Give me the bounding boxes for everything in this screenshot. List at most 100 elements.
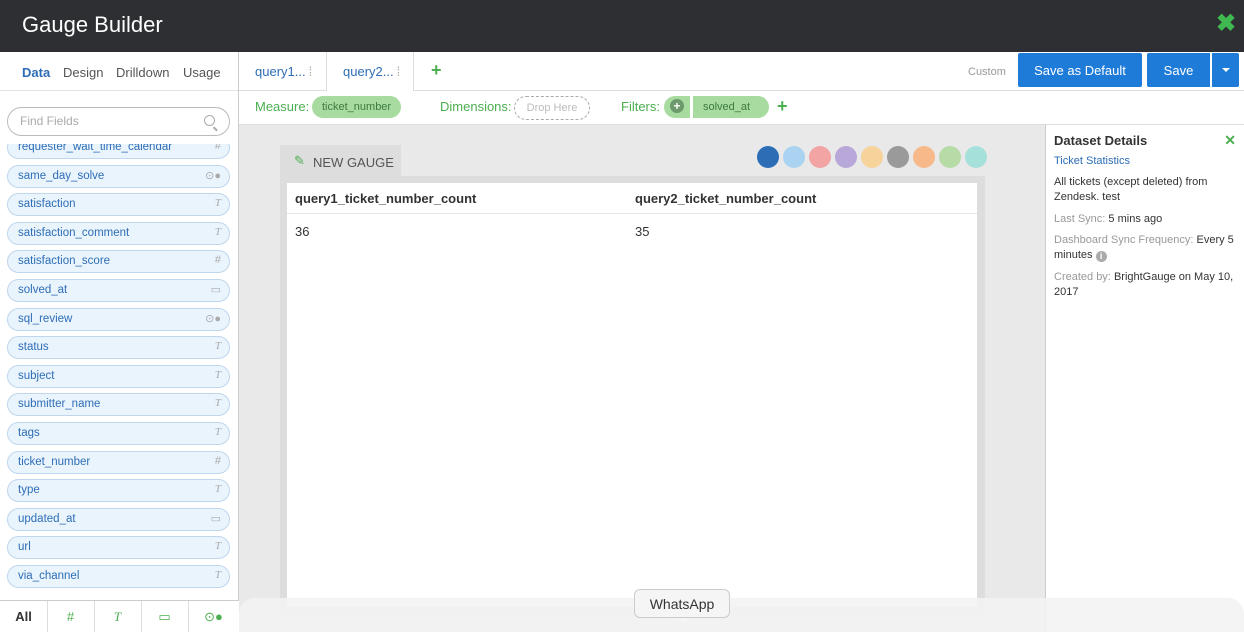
field-item[interactable]: status T bbox=[7, 336, 230, 360]
text-type-icon: T bbox=[214, 340, 221, 353]
field-item[interactable]: solved_at ▭ bbox=[7, 279, 230, 302]
field-name: same_day_solve bbox=[18, 169, 105, 182]
number-icon[interactable] bbox=[887, 146, 909, 168]
column-header: query1_ticket_number_count bbox=[295, 191, 477, 206]
save-as-default-button[interactable]: Save as Default bbox=[1018, 53, 1142, 87]
left-tabs: Data Design Drilldown Usage bbox=[0, 52, 238, 91]
field-name: solved_at bbox=[18, 284, 68, 296]
tab-query2[interactable]: query2... ⁞ bbox=[326, 52, 414, 91]
dimensions-label: Dimensions: bbox=[440, 99, 512, 114]
search-input[interactable] bbox=[20, 114, 190, 128]
sync-frequency-label: Dashboard Sync Frequency: bbox=[1054, 234, 1194, 246]
dimensions-drop-zone[interactable]: Drop Here bbox=[514, 96, 590, 120]
field-item[interactable]: type T bbox=[7, 479, 230, 503]
field-name: satisfaction_comment bbox=[18, 226, 130, 239]
line-chart-icon[interactable] bbox=[809, 146, 831, 168]
last-sync-value: 5 mins ago bbox=[1108, 213, 1163, 225]
field-item[interactable]: same_day_solve ⊙● bbox=[7, 164, 230, 188]
tab-data[interactable]: Data bbox=[22, 65, 50, 80]
custom-label: Custom bbox=[968, 66, 1006, 78]
dataset-name-link[interactable]: Ticket Statistics bbox=[1054, 155, 1130, 167]
drag-handle-icon[interactable]: ⁞ bbox=[309, 64, 313, 79]
tab-usage[interactable]: Usage bbox=[183, 65, 221, 80]
gauge-canvas: ✎ NEW GAUGE query1_ticket_number_count q… bbox=[239, 125, 1045, 632]
query-tab-label: query2... bbox=[343, 64, 394, 79]
table-icon[interactable] bbox=[757, 146, 779, 168]
field-item[interactable]: satisfaction_comment T bbox=[7, 221, 230, 245]
dataset-description: All tickets (except deleted) from Zendes… bbox=[1054, 176, 1208, 203]
search-box bbox=[7, 107, 230, 136]
dataset-details-panel: Dataset Details ✕ Ticket Statistics All … bbox=[1045, 125, 1244, 632]
field-type-tabs: All # T ▭ ⊙● bbox=[0, 600, 239, 632]
text-type-icon: T bbox=[214, 569, 221, 581]
field-item[interactable]: satisfaction T bbox=[7, 193, 230, 217]
field-name: updated_at bbox=[18, 512, 76, 525]
field-name: ticket_number bbox=[18, 455, 91, 468]
field-item[interactable]: updated_at ▭ bbox=[7, 507, 230, 531]
field-item[interactable]: tags T bbox=[7, 422, 230, 445]
date-type-icon: ▭ bbox=[210, 284, 221, 296]
field-item[interactable]: sql_review ⊙● bbox=[7, 307, 230, 331]
type-tab-boolean[interactable]: ⊙● bbox=[188, 601, 239, 632]
tab-drilldown[interactable]: Drilldown bbox=[116, 65, 169, 80]
date-type-icon: ▭ bbox=[210, 512, 221, 525]
filter-bar: Measure: ticket_number Dimensions: Drop … bbox=[239, 91, 1244, 125]
number-type-icon: # bbox=[214, 144, 221, 152]
text-type-icon: T bbox=[214, 197, 221, 210]
add-filter-icon[interactable]: + bbox=[777, 96, 788, 117]
dock-bar bbox=[239, 598, 1244, 632]
field-name: submitter_name bbox=[18, 398, 101, 411]
stacked-bar-icon[interactable] bbox=[835, 146, 857, 168]
gauge-icon[interactable] bbox=[913, 146, 935, 168]
add-query-icon[interactable]: + bbox=[431, 60, 442, 81]
field-name: satisfaction_score bbox=[18, 255, 111, 268]
filter-add-icon[interactable] bbox=[664, 96, 690, 118]
field-name: sql_review bbox=[18, 312, 73, 325]
field-item[interactable]: satisfaction_score # bbox=[7, 250, 230, 274]
measure-pill[interactable]: ticket_number bbox=[312, 96, 402, 118]
field-name: via_channel bbox=[18, 570, 80, 582]
filter-pill[interactable]: solved_at bbox=[693, 96, 769, 118]
list-icon[interactable] bbox=[939, 146, 961, 168]
tab-query1[interactable]: query1... ⁞ bbox=[255, 52, 312, 91]
info-icon[interactable]: i bbox=[1095, 251, 1107, 262]
field-item[interactable]: url T bbox=[7, 536, 230, 560]
boolean-type-icon: ⊙● bbox=[205, 312, 221, 325]
header-divider bbox=[287, 213, 977, 214]
table-cell: 35 bbox=[635, 224, 650, 239]
field-item[interactable]: ticket_number # bbox=[7, 450, 230, 474]
measure-label: Measure: bbox=[255, 99, 310, 114]
search-icon[interactable] bbox=[204, 115, 215, 126]
query-tabs-bar: query1... ⁞ query2... ⁞ + Custom Save as D… bbox=[239, 52, 1244, 91]
drag-handle-icon[interactable]: ⁞ bbox=[397, 64, 401, 79]
save-dropdown-button[interactable] bbox=[1212, 53, 1239, 87]
created-by: Created by: BrightGauge on May 10, 2017 bbox=[1054, 270, 1237, 300]
dataset-details-title: Dataset Details bbox=[1054, 133, 1148, 148]
field-name: status bbox=[18, 341, 49, 354]
type-tab-text[interactable]: T bbox=[94, 601, 142, 632]
type-tab-all[interactable]: All bbox=[0, 601, 48, 632]
field-item[interactable]: requester_wait_time_calendar # bbox=[7, 144, 230, 159]
field-name: subject bbox=[18, 369, 55, 382]
tab-design[interactable]: Design bbox=[63, 65, 103, 80]
type-tab-number[interactable]: # bbox=[47, 601, 95, 632]
close-icon[interactable]: ✖ bbox=[1214, 12, 1238, 36]
close-icon[interactable]: ✕ bbox=[1224, 132, 1236, 149]
field-item[interactable]: subject T bbox=[7, 364, 230, 388]
field-name: tags bbox=[18, 427, 40, 439]
title-bar: Gauge Builder ✖ bbox=[0, 0, 1244, 52]
gauge-name: NEW GAUGE bbox=[313, 155, 394, 170]
boolean-type-icon: ⊙● bbox=[205, 169, 221, 182]
pencil-icon[interactable]: ✎ bbox=[294, 153, 305, 169]
pie-chart-icon[interactable] bbox=[861, 146, 883, 168]
type-tab-date[interactable]: ▭ bbox=[141, 601, 189, 632]
bar-chart-icon[interactable] bbox=[783, 146, 805, 168]
field-name: requester_wait_time_calendar bbox=[18, 144, 173, 153]
save-button[interactable]: Save bbox=[1147, 53, 1210, 87]
field-item[interactable]: via_channel T bbox=[7, 565, 230, 588]
text-type-icon: T bbox=[214, 397, 221, 410]
trophy-icon[interactable] bbox=[965, 146, 987, 168]
field-list: requester_wait_time_calendar # same_day_so… bbox=[0, 144, 239, 592]
text-type-icon: T bbox=[214, 483, 221, 496]
field-item[interactable]: submitter_name T bbox=[7, 393, 230, 417]
